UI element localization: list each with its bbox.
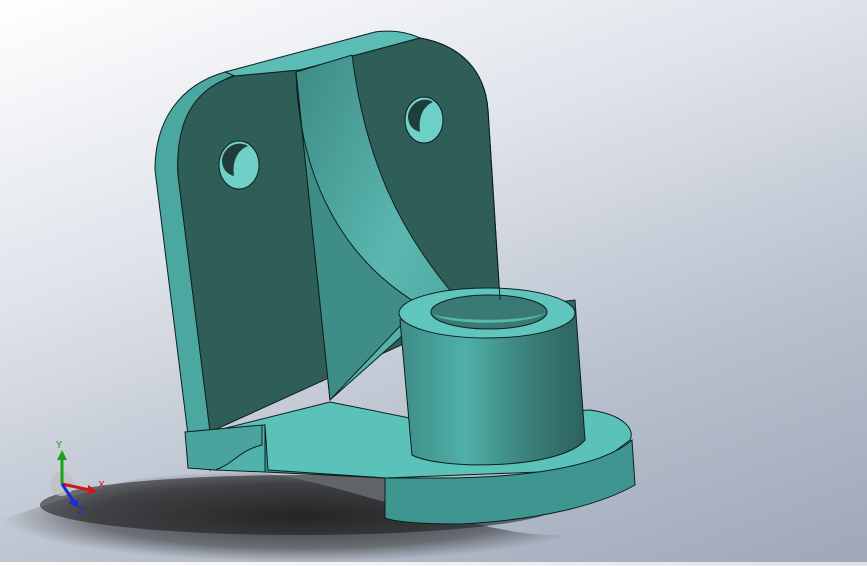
triad-y-label: Y [55, 440, 63, 451]
triad-x-arrow-icon [88, 485, 97, 495]
coordinate-triad: Y X Z [40, 438, 120, 518]
triad-y-arrow-icon [57, 450, 67, 460]
triad-z-label: Z [78, 506, 85, 517]
boss-bore [430, 294, 548, 330]
model-view[interactable] [0, 0, 867, 562]
graphics-viewport[interactable]: Y X Z [0, 0, 867, 562]
triad-x-label: X [98, 480, 105, 491]
triad-z-arrow-icon [68, 500, 78, 508]
